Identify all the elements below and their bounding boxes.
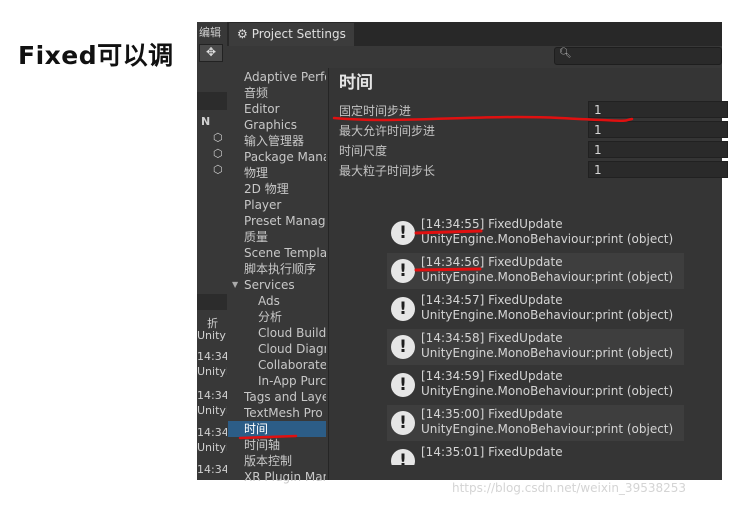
annotation-underline-fixed-timestep	[332, 115, 634, 122]
annotation-underline-entry-1	[414, 229, 483, 235]
annotation-overlay	[238, 115, 634, 440]
watermark: https://blog.csdn.net/weixin_39538253	[452, 481, 687, 495]
annotation-underline-entry-2	[414, 267, 482, 272]
annotation-underline-time-item	[238, 434, 298, 440]
